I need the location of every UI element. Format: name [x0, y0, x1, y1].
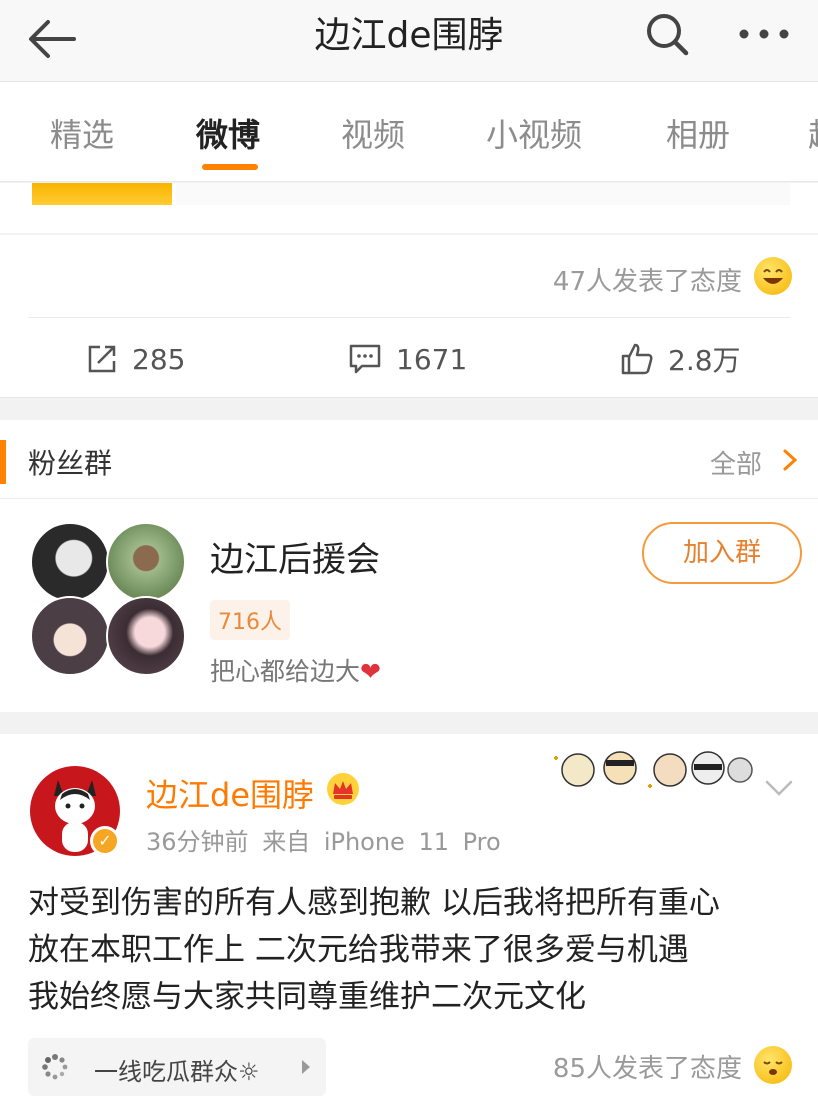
- post-text-line: 放在本职工作上 二次元给我带来了很多爱与机遇: [28, 932, 689, 968]
- tab-album[interactable]: 相册: [666, 110, 730, 156]
- member-avatar: [106, 596, 186, 676]
- tab-video[interactable]: 视频: [341, 110, 405, 156]
- post-image-strip: [176, 183, 790, 205]
- tab-super-topic[interactable]: 超: [808, 110, 818, 156]
- reaction-summary[interactable]: 85人发表了态度: [553, 1048, 742, 1085]
- group-avatar-collage[interactable]: [30, 522, 190, 682]
- search-icon[interactable]: [640, 8, 694, 62]
- tab-short-video[interactable]: 小视频: [486, 110, 582, 156]
- comment-icon: [349, 344, 381, 374]
- member-avatar: [30, 522, 110, 602]
- play-arrow-icon: [302, 1060, 310, 1074]
- comment-count: 1671: [396, 342, 468, 376]
- repost-count: 285: [132, 342, 186, 376]
- post-image-thumbnail[interactable]: [32, 183, 172, 205]
- crown-icon[interactable]: [326, 772, 360, 806]
- previous-post-media: [0, 183, 818, 233]
- heart-icon: ❤: [360, 657, 381, 686]
- group-description: 把心都给边大❤: [210, 652, 381, 688]
- tab-featured[interactable]: 精选: [50, 110, 114, 156]
- footer-divider: [28, 317, 790, 318]
- active-tab-indicator: [202, 164, 258, 170]
- repost-icon: [88, 345, 116, 373]
- member-avatar: [106, 522, 186, 602]
- member-avatar: [30, 596, 110, 676]
- page-title: 边江de围脖: [314, 15, 504, 56]
- thumbs-up-icon: [621, 343, 653, 375]
- reaction-summary[interactable]: 47人发表了态度: [553, 261, 742, 298]
- decorative-stickers-icon: [554, 751, 753, 788]
- like-count: 2.8万: [668, 344, 741, 377]
- chevron-down-icon[interactable]: [764, 778, 794, 798]
- section-accent-bar: [0, 440, 6, 484]
- group-name[interactable]: 边江后援会: [210, 532, 380, 581]
- top-bar: 边江de围脖: [0, 0, 818, 82]
- more-icon[interactable]: [736, 26, 792, 42]
- author-name[interactable]: 边江de围脖: [146, 770, 314, 816]
- sleepy-emoji-icon[interactable]: [754, 1046, 792, 1084]
- topic-tag[interactable]: 一线吃瓜群众☼: [28, 1038, 326, 1096]
- weibo-post: ✓ 边江de围脖 36分钟前 来自 iPhone 11 Pro 对受到伤害的所有…: [0, 734, 818, 1116]
- view-all-link[interactable]: 全部: [710, 444, 762, 481]
- join-group-button[interactable]: 加入群: [642, 522, 802, 584]
- post-text-line: 我始终愿与大家共同尊重维护二次元文化: [28, 979, 586, 1015]
- loading-dots-icon: [42, 1054, 68, 1080]
- post-source: 来自 iPhone 11 Pro: [262, 828, 501, 856]
- chevron-right-icon[interactable]: [780, 448, 800, 472]
- repost-button[interactable]: 285: [86, 339, 185, 379]
- post-body: 对受到伤害的所有人感到抱歉 以后我将把所有重心 放在本职工作上 二次元给我带来了…: [28, 880, 798, 1021]
- fan-group-divider: [0, 498, 818, 499]
- group-description-text: 把心都给边大: [210, 657, 361, 686]
- tab-bar: 精选 微博 视频 小视频 相册 超: [0, 82, 818, 182]
- post-meta: 36分钟前 来自 iPhone 11 Pro: [146, 822, 501, 857]
- verified-badge-icon: ✓: [90, 826, 120, 856]
- fan-group-heading: 粉丝群: [28, 447, 113, 480]
- topic-label: 一线吃瓜群众☼: [94, 1058, 260, 1086]
- member-count-badge: 716人: [210, 600, 290, 640]
- post-text-line: 对受到伤害的所有人感到抱歉 以后我将把所有重心: [28, 885, 720, 921]
- laughing-emoji-icon[interactable]: [754, 257, 792, 295]
- tab-weibo[interactable]: 微博: [196, 110, 260, 156]
- fan-group-card: 粉丝群 全部 边江后援会 716人 把心都给边大❤ 加入群: [0, 420, 818, 712]
- post-footer: 47人发表了态度 285 1671 2.8万: [0, 235, 818, 398]
- comment-button[interactable]: 1671: [348, 339, 467, 379]
- post-time: 36分钟前: [146, 828, 249, 856]
- like-button[interactable]: 2.8万: [620, 339, 741, 379]
